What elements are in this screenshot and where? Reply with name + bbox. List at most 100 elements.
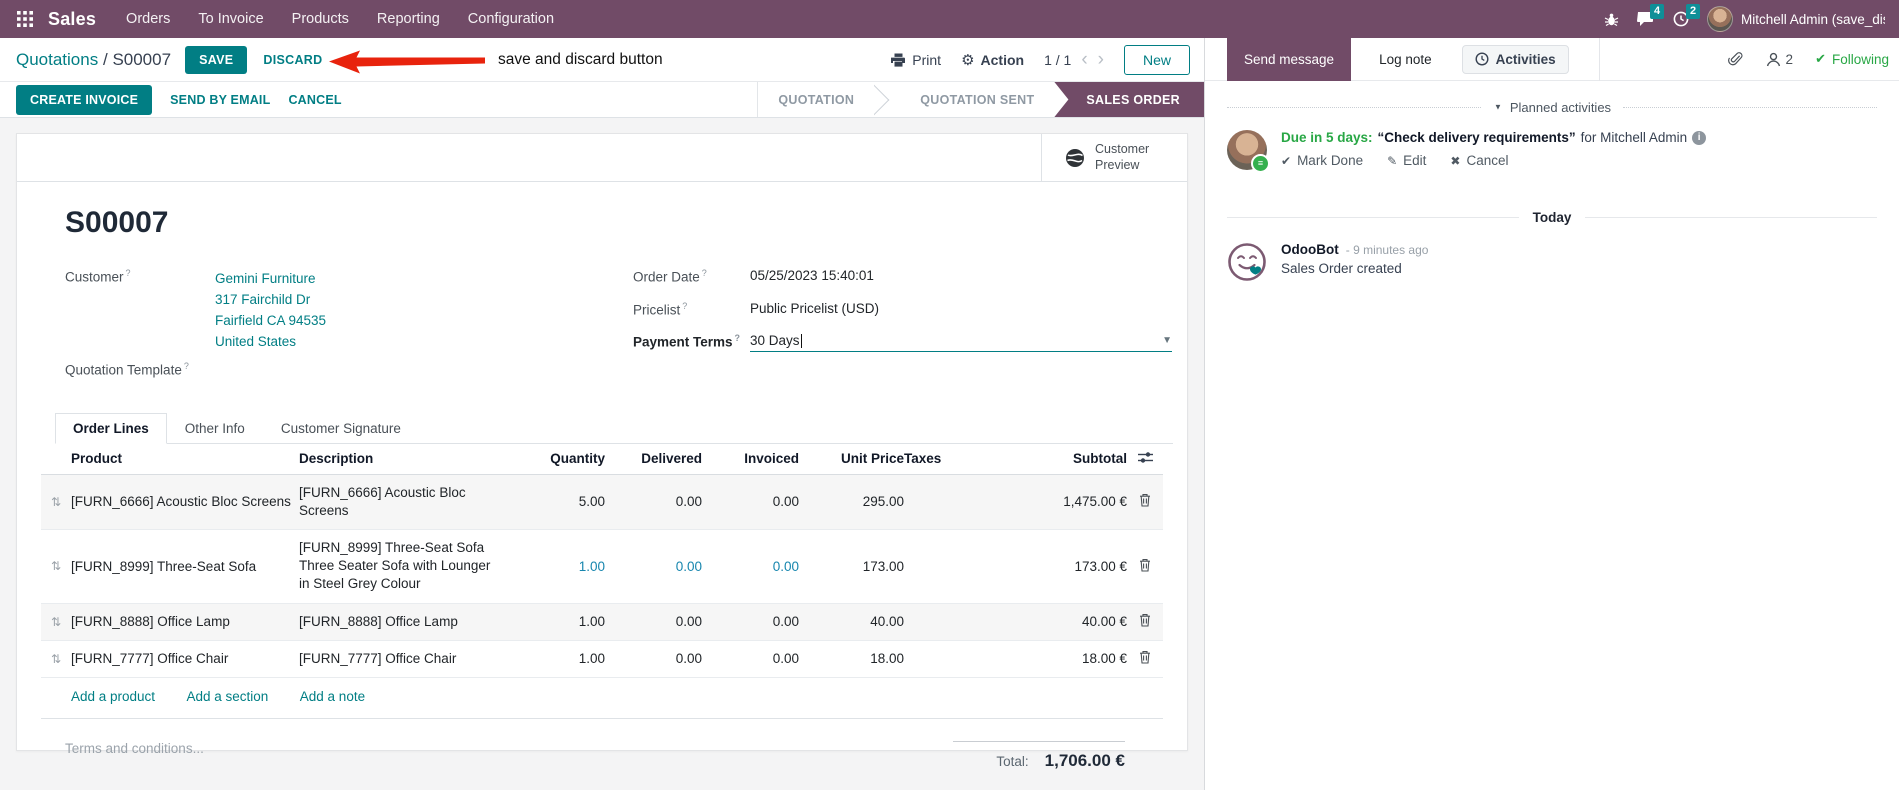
activity-user-avatar[interactable]: ≡	[1227, 130, 1270, 173]
menu-configuration[interactable]: Configuration	[456, 2, 566, 36]
edit-activity-button[interactable]: ✎ Edit	[1387, 153, 1426, 168]
customer-preview-button[interactable]: Customer Preview	[1041, 134, 1187, 181]
following-button[interactable]: ✔ Following	[1815, 51, 1889, 67]
row-description[interactable]: [FURN_8999] Three-Seat Sofa Three Seater…	[299, 530, 510, 603]
table-row[interactable]: ⇅ [FURN_6666] Acoustic Bloc Screens [FUR…	[41, 474, 1163, 530]
row-quantity[interactable]: 1.00	[510, 614, 605, 629]
payment-terms-input[interactable]: 30 Days ▼	[750, 333, 1172, 352]
dropdown-caret-icon[interactable]: ▼	[1162, 335, 1172, 346]
col-unit-price[interactable]: Unit Price	[799, 444, 904, 473]
log-note-button[interactable]: Log note	[1379, 52, 1432, 67]
tab-other-info[interactable]: Other Info	[167, 413, 263, 444]
customer-name-link[interactable]: Gemini Furniture	[215, 268, 326, 289]
customer-address-line2[interactable]: Fairfield CA 94535	[215, 310, 326, 331]
attach-files-button[interactable]	[1727, 51, 1744, 68]
user-menu[interactable]: Mitchell Admin (save_discar	[1707, 6, 1885, 32]
pager-next-icon[interactable]: ›	[1098, 50, 1104, 69]
discard-button[interactable]: DISCARD	[263, 53, 322, 67]
col-delivered[interactable]: Delivered	[605, 444, 702, 473]
delete-row-icon[interactable]	[1127, 558, 1163, 575]
row-invoiced[interactable]: 0.00	[702, 651, 799, 666]
cancel-button[interactable]: CANCEL	[288, 93, 341, 107]
activities-button[interactable]: Activities	[1461, 44, 1569, 74]
row-quantity[interactable]: 1.00	[510, 559, 605, 574]
row-product[interactable]: [FURN_6666] Acoustic Bloc Screens	[71, 485, 299, 518]
send-by-email-button[interactable]: SEND BY EMAIL	[170, 93, 270, 107]
row-delivered[interactable]: 0.00	[605, 614, 702, 629]
menu-to-invoice[interactable]: To Invoice	[186, 2, 275, 36]
customer-address-line1[interactable]: 317 Fairchild Dr	[215, 289, 326, 310]
row-delivered[interactable]: 0.00	[605, 559, 702, 574]
row-product[interactable]: [FURN_7777] Office Chair	[71, 642, 299, 675]
messages-icon[interactable]: 4	[1637, 4, 1665, 27]
delete-row-icon[interactable]	[1127, 613, 1163, 630]
col-invoiced[interactable]: Invoiced	[702, 444, 799, 473]
odoobot-avatar[interactable]	[1227, 242, 1267, 282]
row-unit-price[interactable]: 173.00	[799, 559, 904, 574]
drag-handle-icon[interactable]: ⇅	[41, 559, 71, 573]
row-unit-price[interactable]: 18.00	[799, 651, 904, 666]
row-description[interactable]: [FURN_6666] Acoustic Bloc Screens	[299, 475, 510, 529]
customer-address-line3[interactable]: United States	[215, 331, 326, 352]
row-quantity[interactable]: 5.00	[510, 494, 605, 509]
menu-products[interactable]: Products	[280, 2, 361, 36]
bug-icon[interactable]	[1604, 12, 1619, 27]
row-quantity[interactable]: 1.00	[510, 651, 605, 666]
order-date-value[interactable]: 05/25/2023 15:40:01	[750, 268, 874, 285]
col-taxes[interactable]: Taxes	[904, 444, 999, 473]
col-subtotal[interactable]: Subtotal	[999, 444, 1127, 473]
add-product-link[interactable]: Add a product	[71, 689, 155, 704]
add-note-link[interactable]: Add a note	[300, 689, 365, 704]
terms-and-conditions-placeholder[interactable]: Terms and conditions...	[65, 741, 204, 771]
drag-handle-icon[interactable]: ⇅	[41, 495, 71, 509]
create-invoice-button[interactable]: CREATE INVOICE	[16, 84, 153, 115]
table-row[interactable]: ⇅ [FURN_8888] Office Lamp [FURN_8888] Of…	[41, 603, 1163, 641]
drag-handle-icon[interactable]: ⇅	[41, 615, 71, 629]
row-delivered[interactable]: 0.00	[605, 651, 702, 666]
table-row[interactable]: ⇅ [FURN_7777] Office Chair [FURN_7777] O…	[41, 641, 1163, 679]
col-product[interactable]: Product	[71, 444, 299, 473]
planned-activities-toggle[interactable]: ▼ Planned activities	[1493, 100, 1611, 115]
row-invoiced[interactable]: 0.00	[702, 494, 799, 509]
optional-columns-icon[interactable]	[1127, 444, 1163, 474]
col-quantity[interactable]: Quantity	[510, 444, 605, 473]
row-product[interactable]: [FURN_8999] Three-Seat Sofa	[71, 550, 299, 583]
delete-row-icon[interactable]	[1127, 650, 1163, 667]
activities-clock-icon[interactable]: 2	[1673, 4, 1701, 27]
row-unit-price[interactable]: 295.00	[799, 494, 904, 509]
stage-quotation-sent[interactable]: QUOTATION SENT	[900, 82, 1054, 117]
save-button[interactable]: SAVE	[185, 45, 248, 74]
stage-quotation[interactable]: QUOTATION	[758, 82, 874, 117]
row-invoiced[interactable]: 0.00	[702, 559, 799, 574]
row-unit-price[interactable]: 40.00	[799, 614, 904, 629]
send-message-button[interactable]: Send message	[1227, 37, 1352, 81]
row-delivered[interactable]: 0.00	[605, 494, 702, 509]
cancel-activity-button[interactable]: ✖ Cancel	[1450, 153, 1508, 168]
menu-reporting[interactable]: Reporting	[365, 2, 452, 36]
breadcrumb-quotations-link[interactable]: Quotations	[16, 50, 98, 69]
pager-prev-icon[interactable]: ‹	[1081, 50, 1087, 69]
info-icon[interactable]: i	[1692, 130, 1707, 145]
table-row[interactable]: ⇅ [FURN_8999] Three-Seat Sofa [FURN_8999…	[41, 530, 1163, 604]
new-button[interactable]: New	[1123, 44, 1190, 75]
col-description[interactable]: Description	[299, 444, 510, 473]
message-author[interactable]: OdooBot	[1281, 242, 1339, 257]
row-product[interactable]: [FURN_8888] Office Lamp	[71, 605, 299, 638]
pricelist-value[interactable]: Public Pricelist (USD)	[750, 301, 879, 318]
mark-done-button[interactable]: ✔ Mark Done	[1281, 153, 1363, 168]
app-name[interactable]: Sales	[48, 9, 96, 30]
row-description[interactable]: [FURN_7777] Office Chair	[299, 641, 510, 677]
tab-order-lines[interactable]: Order Lines	[55, 412, 167, 444]
tab-customer-signature[interactable]: Customer Signature	[263, 413, 419, 444]
row-description[interactable]: [FURN_8888] Office Lamp	[299, 604, 510, 640]
apps-grid-icon[interactable]	[10, 4, 40, 34]
menu-orders[interactable]: Orders	[114, 2, 182, 36]
followers-button[interactable]: 2	[1766, 52, 1793, 67]
drag-handle-icon[interactable]: ⇅	[41, 652, 71, 666]
row-invoiced[interactable]: 0.00	[702, 614, 799, 629]
stage-sales-order[interactable]: SALES ORDER	[1054, 82, 1204, 117]
action-button[interactable]: ⚙ Action	[961, 51, 1024, 69]
add-section-link[interactable]: Add a section	[187, 689, 269, 704]
delete-row-icon[interactable]	[1127, 493, 1163, 510]
print-button[interactable]: Print	[891, 52, 941, 68]
